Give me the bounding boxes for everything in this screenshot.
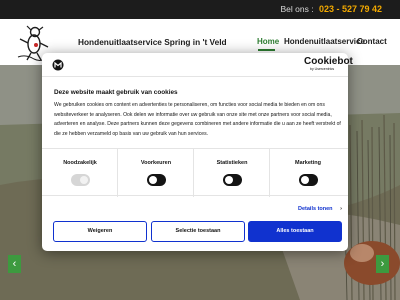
cookie-dialog-title: Deze website maakt gebruik van cookies xyxy=(54,89,178,96)
cookiebot-logo[interactable]: Cookiebot xyxy=(304,56,353,67)
details-label: Details tonen xyxy=(298,206,333,212)
cookie-dialog-header: Cookiebot by Usercentrics xyxy=(42,53,353,77)
category-label: Noodzakelijk xyxy=(63,160,97,166)
cookie-category-toggles: Noodzakelijk Voorkeuren Statistieken Mar… xyxy=(42,148,348,197)
slider-next-button[interactable]: › xyxy=(376,255,389,273)
cookie-dialog-body: We gebruiken cookies om content en adver… xyxy=(54,102,341,137)
cookiebot-logo-subtitle: by Usercentrics xyxy=(310,67,335,71)
chevron-right-icon: › xyxy=(380,258,385,270)
category-voorkeuren: Voorkeuren xyxy=(118,149,194,197)
marketing-toggle[interactable] xyxy=(299,174,318,186)
nav-home[interactable]: Home xyxy=(257,37,279,46)
chevron-right-icon: › xyxy=(340,206,342,212)
nav-hondenuitlaatservice[interactable]: Hondenuitlaatservice xyxy=(284,37,365,46)
cookie-consent-dialog: Cookiebot by Usercentrics Deze website m… xyxy=(42,53,353,251)
nav-active-underline xyxy=(258,49,275,51)
category-statistieken: Statistieken xyxy=(194,149,270,197)
slider-prev-button[interactable]: ‹ xyxy=(8,255,21,273)
category-label: Marketing xyxy=(295,160,321,166)
category-label: Voorkeuren xyxy=(140,160,172,166)
noodzakelijk-toggle xyxy=(71,174,90,186)
selectie-toestaan-button[interactable]: Selectie toestaan xyxy=(151,221,245,242)
top-bar: Bel ons : 023 - 527 79 42 xyxy=(0,0,400,19)
category-label: Statistieken xyxy=(216,160,248,166)
category-noodzakelijk: Noodzakelijk xyxy=(42,149,118,197)
weigeren-button[interactable]: Weigeren xyxy=(53,221,147,242)
alles-toestaan-button[interactable]: Alles toestaan xyxy=(248,221,342,242)
site-title[interactable]: Hondenuitlaatservice Spring in 't Veld xyxy=(78,37,227,47)
voorkeuren-toggle[interactable] xyxy=(147,174,166,186)
statistieken-toggle[interactable] xyxy=(223,174,242,186)
category-marketing: Marketing xyxy=(270,149,348,197)
chevron-left-icon: ‹ xyxy=(12,258,17,270)
details-tonen-link[interactable]: Details tonen › xyxy=(298,206,342,212)
phone-label: Bel ons : xyxy=(280,4,314,14)
nav-contact[interactable]: Contact xyxy=(357,37,387,46)
phone-number-link[interactable]: 023 - 527 79 42 xyxy=(319,4,382,14)
phone-info: Bel ons : 023 - 527 79 42 xyxy=(280,4,382,14)
cookiebot-m-icon xyxy=(52,59,64,71)
